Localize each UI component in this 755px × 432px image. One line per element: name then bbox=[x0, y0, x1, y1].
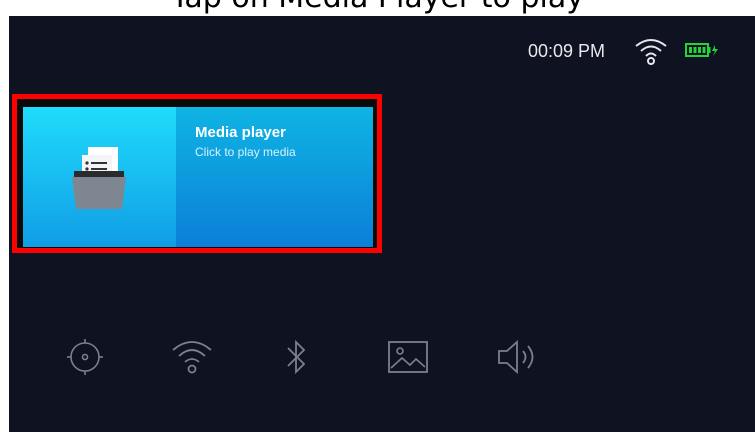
clock: 00:09 PM bbox=[528, 41, 606, 61]
folder-documents-icon bbox=[70, 147, 128, 214]
wifi-icon bbox=[634, 36, 668, 71]
wifi-icon[interactable] bbox=[170, 336, 214, 383]
card-title: Media player bbox=[195, 124, 286, 141]
image-icon[interactable] bbox=[387, 336, 429, 383]
media-player-card[interactable]: Media player Click to play media bbox=[23, 107, 373, 247]
media-icon-panel bbox=[23, 107, 176, 247]
crosshair-icon[interactable] bbox=[64, 336, 106, 383]
battery-charging-icon bbox=[685, 42, 719, 63]
instruction-caption: Tap on Media Player to play bbox=[0, 0, 755, 15]
bluetooth-icon[interactable] bbox=[284, 336, 308, 383]
speaker-icon[interactable] bbox=[495, 336, 541, 383]
card-subtitle: Click to play media bbox=[195, 145, 296, 159]
